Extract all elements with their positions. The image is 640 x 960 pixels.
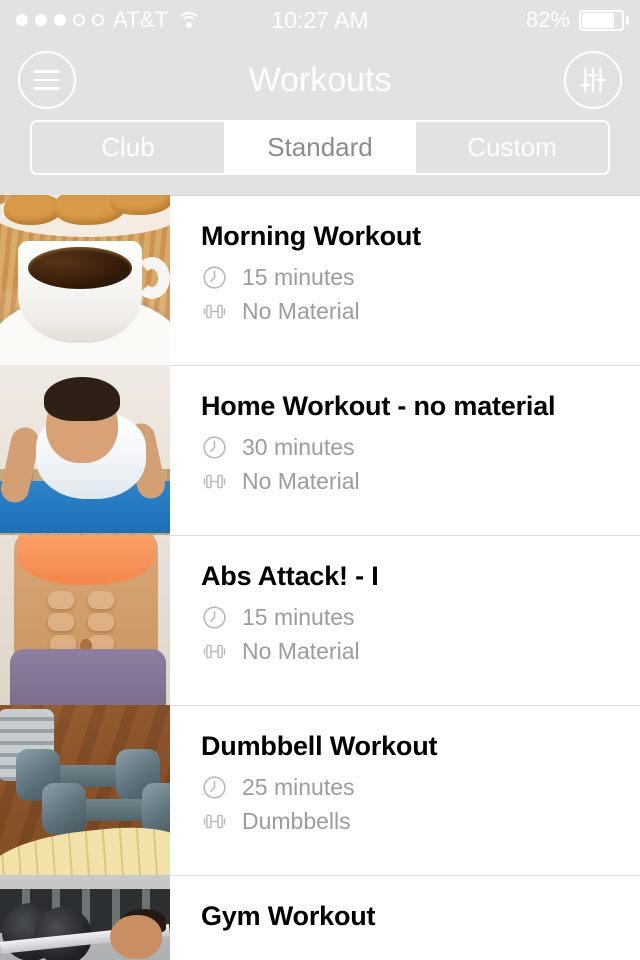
workout-list-item[interactable]: Home Workout - no material 30 minutes No… (0, 365, 640, 535)
dumbbell-icon (203, 644, 226, 659)
workout-thumbnail (0, 705, 170, 875)
workout-info: Morning Workout 15 minutes No Material (170, 195, 640, 365)
dumbbell-icon (203, 814, 226, 829)
workout-title: Gym Workout (201, 901, 376, 931)
workout-info: Gym Workout (170, 875, 640, 960)
workout-duration-label: 15 minutes (242, 604, 355, 630)
workout-info: Dumbbell Workout 25 minutes Dumbbells (170, 705, 640, 875)
sliders-filter-icon[interactable] (564, 51, 622, 109)
navigation-bar: Workouts (0, 40, 640, 120)
wifi-icon (177, 11, 202, 29)
workout-duration-label: 25 minutes (242, 774, 355, 800)
workout-list-item[interactable]: Gym Workout (0, 875, 640, 960)
segment-custom[interactable]: Custom (416, 122, 608, 173)
app-screen: AT&T 10:27 AM 82% Workouts Club Standard (0, 0, 640, 960)
clock-icon (203, 606, 226, 629)
workout-info: Home Workout - no material 30 minutes No… (170, 365, 640, 535)
status-bar-left: AT&T (16, 7, 202, 33)
workout-thumbnail (0, 365, 170, 535)
workout-title: Dumbbell Workout (201, 731, 438, 761)
status-bar-right: 82% (525, 7, 629, 33)
workout-duration: 30 minutes (201, 434, 640, 461)
workout-list[interactable]: Morning Workout 15 minutes No Material H… (0, 195, 640, 960)
workout-material: No Material (201, 298, 640, 325)
workout-thumbnail (0, 195, 170, 365)
segment-club[interactable]: Club (32, 122, 224, 173)
workout-duration: 15 minutes (201, 264, 640, 291)
workout-material: No Material (201, 638, 640, 665)
workout-title: Morning Workout (201, 221, 421, 251)
carrier-label: AT&T (113, 7, 169, 32)
workout-thumbnail (0, 875, 170, 960)
page-title: Workouts (248, 60, 392, 99)
workout-material-label: Dumbbells (242, 808, 351, 834)
clock-icon (203, 436, 226, 459)
signal-strength-icon (16, 14, 104, 26)
segmented-control-container: Club Standard Custom (0, 120, 640, 195)
workout-title: Abs Attack! - I (201, 561, 379, 591)
battery-icon (579, 9, 629, 31)
workout-thumbnail (0, 535, 170, 705)
clock-icon (203, 776, 226, 799)
workout-material: Dumbbells (201, 808, 640, 835)
workout-duration: 15 minutes (201, 604, 640, 631)
workout-material-label: No Material (242, 298, 360, 324)
workout-material: No Material (201, 468, 640, 495)
dumbbell-icon (203, 474, 226, 489)
segment-standard[interactable]: Standard (224, 122, 416, 173)
segmented-control[interactable]: Club Standard Custom (30, 120, 610, 175)
workout-info: Abs Attack! - I 15 minutes No Material (170, 535, 640, 705)
workout-list-item[interactable]: Abs Attack! - I 15 minutes No Material (0, 535, 640, 705)
workout-material-label: No Material (242, 638, 360, 664)
hamburger-menu-icon[interactable] (18, 51, 76, 109)
dumbbell-icon (203, 304, 226, 319)
workout-duration-label: 30 minutes (242, 434, 355, 460)
workout-title: Home Workout - no material (201, 391, 556, 421)
workout-duration: 25 minutes (201, 774, 640, 801)
workout-list-item[interactable]: Morning Workout 15 minutes No Material (0, 195, 640, 365)
battery-percent-label: 82% (525, 7, 570, 32)
workout-list-item[interactable]: Dumbbell Workout 25 minutes Dumbbells (0, 705, 640, 875)
status-bar: AT&T 10:27 AM 82% (0, 0, 640, 40)
workout-duration-label: 15 minutes (242, 264, 355, 290)
clock-icon (203, 266, 226, 289)
workout-material-label: No Material (242, 468, 360, 494)
